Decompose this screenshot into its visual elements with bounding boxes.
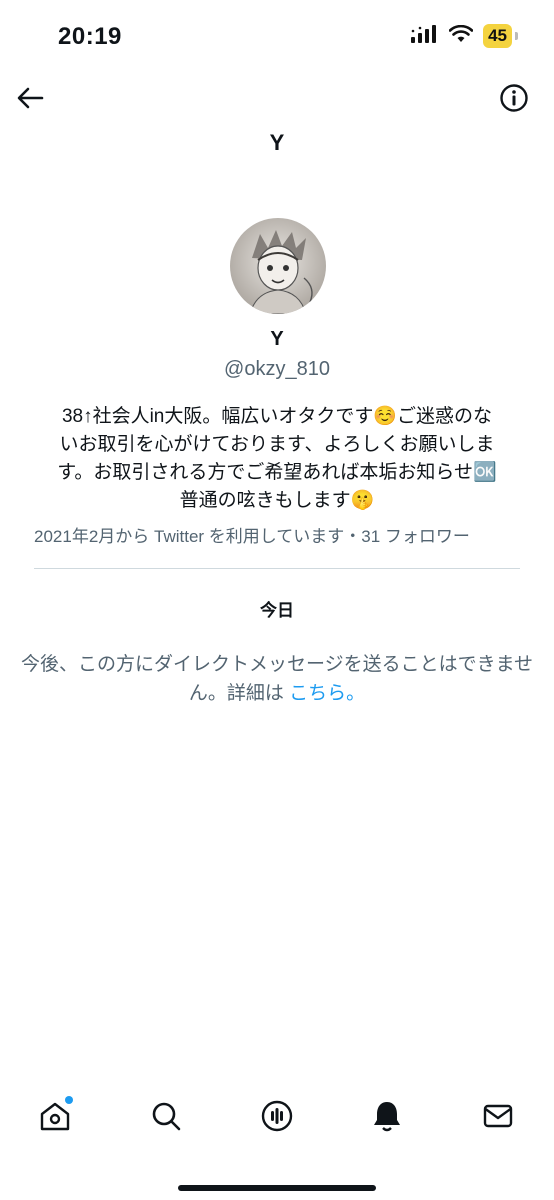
wifi-icon	[448, 24, 474, 48]
back-arrow-icon	[17, 87, 44, 109]
divider	[34, 568, 520, 569]
notifications-icon	[374, 1102, 400, 1132]
avatar[interactable]	[230, 218, 326, 314]
info-icon	[500, 84, 528, 112]
battery-cap	[515, 32, 518, 40]
battery-icon: 45	[483, 24, 512, 48]
bio-line: 38↑社会人in大阪。幅広いオタクです☺️ご迷惑のな	[61, 406, 493, 427]
bio-line: す。お取引される方でご希望あれば本垢お知らせ🆗	[57, 462, 497, 483]
profile-meta[interactable]: 2021年2月から Twitter を利用しています・31 フォロワー	[34, 522, 520, 547]
bio-line: 普通の呟きもします🤫	[179, 490, 375, 511]
tab-spaces[interactable]	[259, 1098, 295, 1134]
date-separator: 今日	[260, 601, 294, 620]
tab-search[interactable]	[148, 1098, 184, 1134]
spaces-icon	[261, 1100, 293, 1132]
search-icon	[152, 1102, 181, 1131]
messages-icon	[483, 1104, 513, 1128]
tab-notifications[interactable]	[369, 1098, 405, 1134]
bottom-tab-bar	[0, 1086, 554, 1146]
status-time: 20:19	[58, 23, 122, 50]
home-icon	[40, 1102, 70, 1131]
info-button[interactable]	[496, 80, 532, 116]
learn-more-link[interactable]: こちら。	[289, 683, 365, 704]
tab-messages[interactable]	[480, 1098, 516, 1134]
bio-line: いお取引を心がけております、よろしくお願いしま	[59, 434, 495, 455]
display-name: Y	[270, 328, 284, 350]
dm-notice-text: 今後、この方にダイレクトメッセージを送ることはできません。詳細は	[20, 654, 534, 704]
home-notification-dot	[65, 1096, 73, 1104]
status-bar: 20:19 45	[0, 0, 554, 72]
tab-home[interactable]	[37, 1096, 73, 1134]
signal-icon	[411, 24, 439, 48]
top-nav	[0, 72, 554, 128]
status-icons: 45	[411, 24, 518, 48]
user-handle[interactable]: @okzy_810	[0, 358, 554, 381]
back-button[interactable]	[12, 80, 48, 116]
home-indicator	[178, 1185, 376, 1191]
dm-restriction-notice: 今後、この方にダイレクトメッセージを送ることはできません。詳細は こちら。	[14, 650, 540, 708]
conversation-title: Y	[269, 130, 285, 155]
profile-bio: 38↑社会人in大阪。幅広いオタクです☺️ご迷惑のな いお取引を心がけております…	[30, 403, 524, 515]
